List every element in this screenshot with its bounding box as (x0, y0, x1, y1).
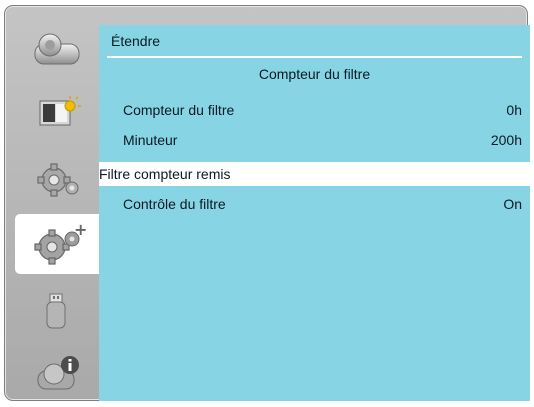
usb-icon (46, 293, 66, 329)
row-label: Contrôle du filtre (123, 196, 226, 212)
settings-gear-icon (37, 163, 79, 197)
row-label: Minuteur (123, 132, 178, 148)
tab-extended[interactable]: + (15, 214, 101, 274)
title-divider (107, 56, 522, 58)
row-value: On (503, 196, 522, 212)
row-value: 200h (490, 132, 522, 148)
row-label: Compteur du filtre (123, 102, 235, 118)
section-title: Compteur du filtre (258, 66, 371, 82)
projector-icon (34, 33, 80, 65)
menu-sidebar: + (15, 17, 101, 401)
menu-window: + Étendre Compteur du filtre Compteur du… (4, 5, 530, 401)
menu-row-minuteur[interactable]: Minuteur 200h (99, 129, 530, 151)
information-icon (37, 356, 79, 390)
menu-panel: Étendre Compteur du filtre Compteur du f… (99, 25, 530, 401)
tab-settings[interactable] (19, 150, 97, 206)
row-label: Filtre compteur remis (99, 166, 231, 182)
menu-row-compteur-du-filtre[interactable]: Compteur du filtre 0h (99, 99, 530, 121)
svg-text:+: + (74, 221, 87, 239)
menu-title: Étendre (111, 33, 161, 49)
menu-row-controle-du-filtre[interactable]: Contrôle du filtre On (99, 193, 530, 215)
tab-information[interactable] (19, 345, 97, 401)
tab-usb[interactable] (19, 284, 97, 340)
picture-adjust-icon (39, 96, 81, 126)
extended-settings-icon: + (34, 221, 87, 265)
tab-picture[interactable] (19, 85, 97, 141)
row-value: 0h (506, 102, 522, 118)
menu-row-filtre-compteur-remis[interactable]: Filtre compteur remis (99, 162, 530, 186)
tab-projector[interactable] (19, 22, 97, 78)
